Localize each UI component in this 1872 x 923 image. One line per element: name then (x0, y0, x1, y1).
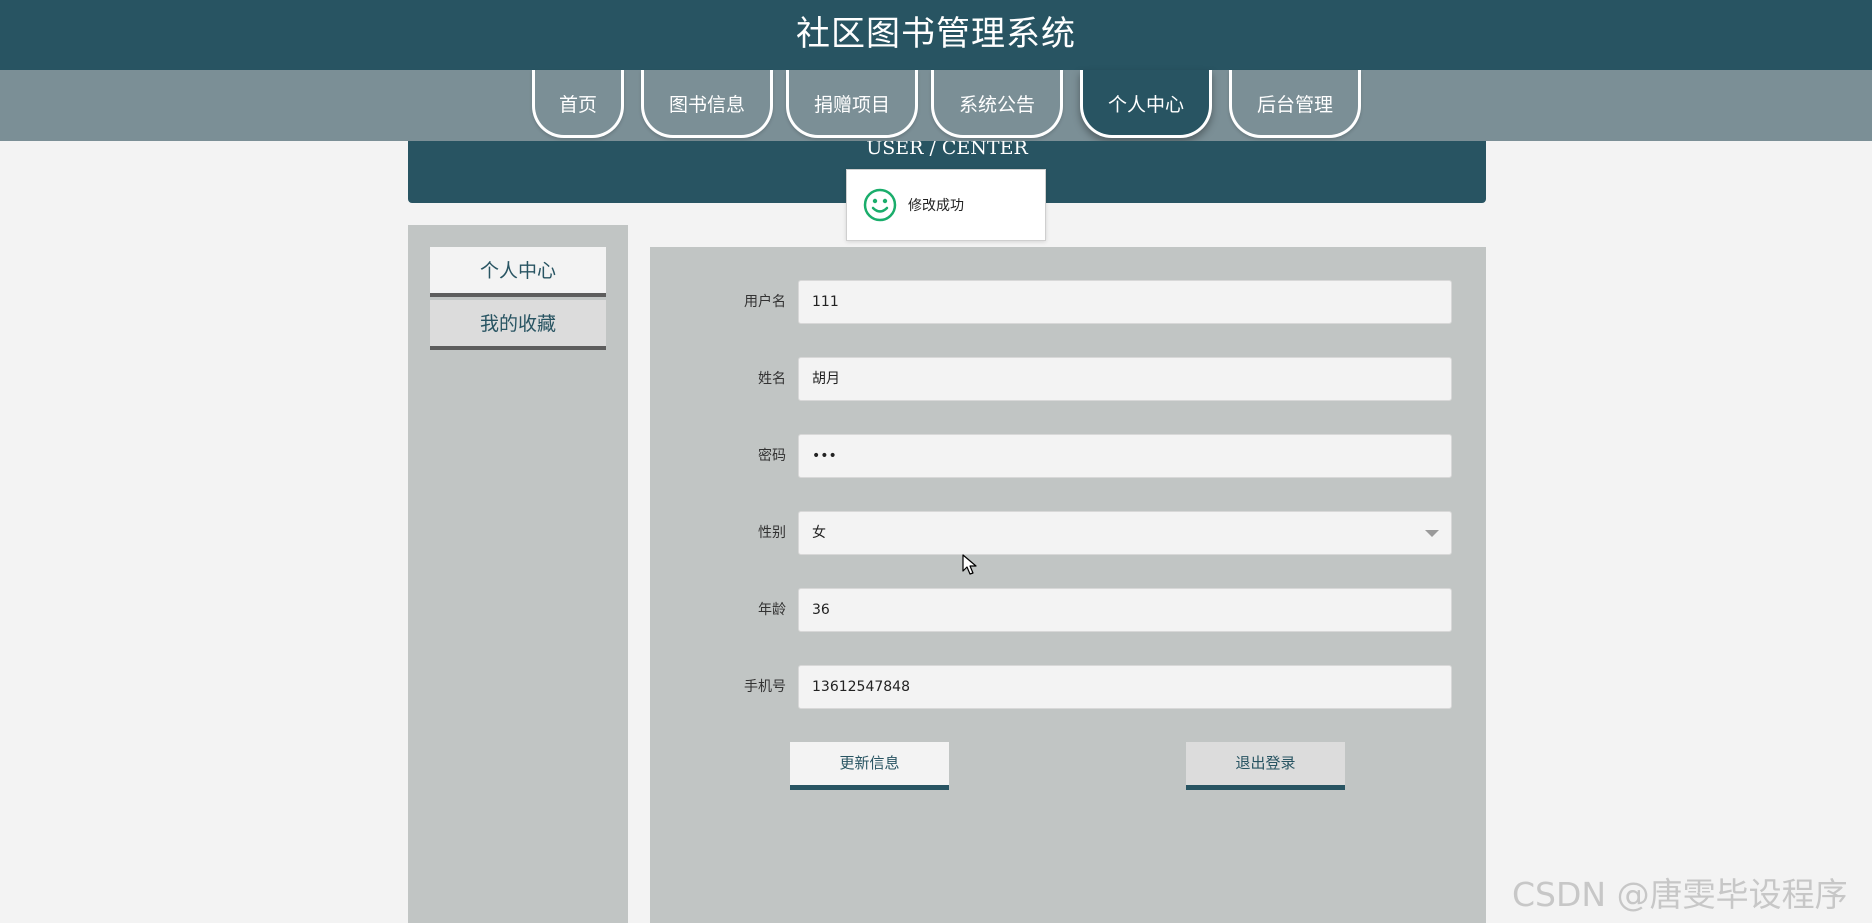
nav-item-announcement[interactable]: 系统公告 (931, 70, 1063, 138)
gender-select-value: 女 (812, 525, 826, 541)
success-toast: 修改成功 (846, 169, 1046, 241)
username-label: 用户名 (744, 294, 786, 310)
nav-item-home[interactable]: 首页 (532, 70, 624, 138)
nav-item-book-info[interactable]: 图书信息 (641, 70, 773, 138)
logout-button[interactable]: 退出登录 (1186, 742, 1345, 790)
mouse-cursor-icon (962, 554, 977, 575)
form-row-gender: 性别 女 (650, 511, 1486, 555)
smile-icon (863, 188, 897, 222)
watermark: CSDN @唐雯毕设程序 (1512, 875, 1848, 914)
banner-english-title: USER / CENTER (866, 141, 1028, 159)
profile-form: 用户名 111 姓名 胡月 密码 ••• 性别 女 年龄 36 手机号 1361… (650, 247, 1486, 923)
phone-label: 手机号 (744, 679, 786, 695)
update-info-button[interactable]: 更新信息 (790, 742, 949, 790)
gender-label: 性别 (758, 525, 786, 541)
age-label: 年龄 (758, 602, 786, 618)
form-row-name: 姓名 胡月 (650, 357, 1486, 401)
phone-input[interactable]: 13612547848 (798, 665, 1452, 709)
site-title: 社区图书管理系统 (796, 14, 1076, 54)
gender-select[interactable]: 女 (798, 511, 1452, 555)
sidebar-item-user-center[interactable]: 个人中心 (430, 247, 606, 297)
sidebar: 个人中心 我的收藏 (408, 225, 628, 923)
nav-item-admin[interactable]: 后台管理 (1229, 70, 1361, 138)
form-row-password: 密码 ••• (650, 434, 1486, 478)
sidebar-item-favorites[interactable]: 我的收藏 (430, 300, 606, 350)
form-row-username: 用户名 111 (650, 280, 1486, 324)
name-label: 姓名 (758, 371, 786, 387)
toast-message: 修改成功 (908, 198, 964, 214)
nav-item-user-center[interactable]: 个人中心 (1080, 70, 1212, 138)
age-input[interactable]: 36 (798, 588, 1452, 632)
password-input[interactable]: ••• (798, 434, 1452, 478)
nav-item-donation[interactable]: 捐赠项目 (786, 70, 918, 138)
password-label: 密码 (758, 448, 786, 464)
username-input[interactable]: 111 (798, 280, 1452, 324)
form-row-phone: 手机号 13612547848 (650, 665, 1486, 709)
form-row-age: 年龄 36 (650, 588, 1486, 632)
chevron-down-icon[interactable] (1425, 530, 1439, 537)
name-input[interactable]: 胡月 (798, 357, 1452, 401)
